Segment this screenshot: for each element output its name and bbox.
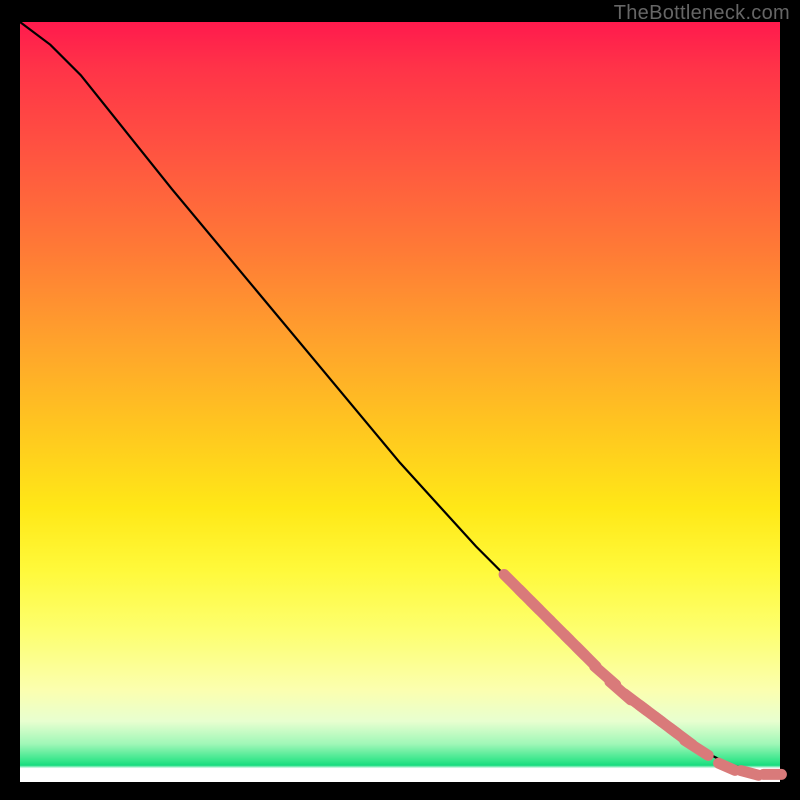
- watermark-text: TheBottleneck.com: [614, 2, 790, 25]
- highlight-marker: [741, 771, 758, 776]
- highlight-marker: [719, 763, 735, 770]
- chart-stage: TheBottleneck.com: [0, 0, 800, 800]
- bottleneck-curve-path: [20, 22, 780, 774]
- curve-layer: [20, 22, 780, 782]
- highlight-marker: [685, 740, 709, 755]
- plot-area: [20, 22, 780, 782]
- highlighted-segments-group: [504, 575, 781, 776]
